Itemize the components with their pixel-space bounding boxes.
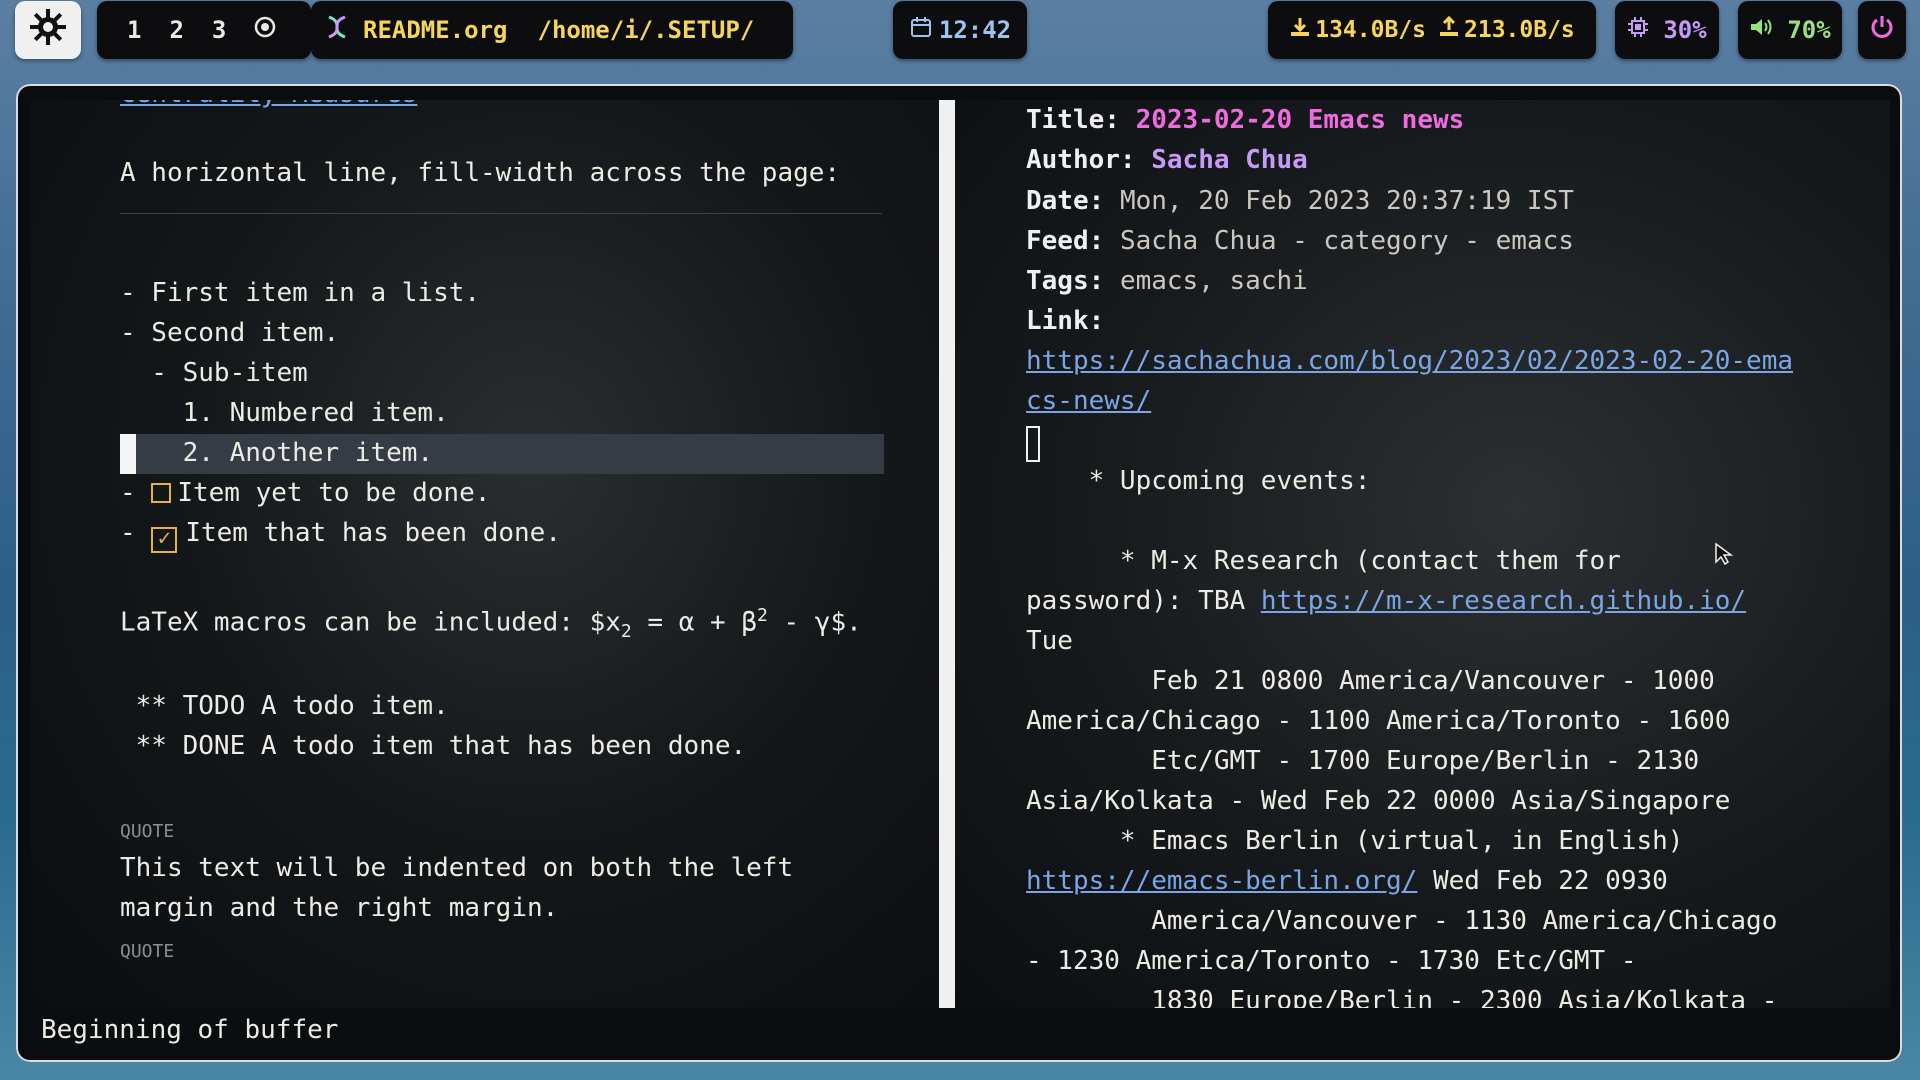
checkbox-empty-icon[interactable] [151,483,172,503]
workspace-2[interactable]: 2 [169,16,183,44]
body-line: Asia/Kolkata - Wed Feb 22 0000 Asia/Sing… [1026,786,1731,816]
file-name: README.org [363,16,508,44]
mx-research-link[interactable]: https://m-x-research.github.io/ [1261,586,1746,616]
body-line: - 1230 America/Toronto - 1730 Etc/GMT - [1026,946,1637,976]
body-line: * Emacs Berlin (virtual, in English) [1026,826,1684,856]
power-icon [1869,14,1895,46]
minibuffer[interactable]: Beginning of buffer [31,1008,1890,1054]
todo-undone-item: - Item yet to be done. [120,478,491,508]
launcher-button[interactable] [15,1,81,59]
body-line: https://emacs-berlin.org/ Wed Feb 22 093… [1026,866,1668,896]
body-line: password): TBA https://m-x-research.gith… [1026,586,1747,616]
left-buffer[interactable]: Centrality Measures A horizontal line, f… [31,100,939,1008]
clock-text: 12:42 [938,16,1012,44]
calendar-icon [909,15,933,45]
title-row: Title: 2023-02-20 Emacs news [1026,105,1465,135]
body-line: 1830 Europe/Berlin - 2300 Asia/Kolkata - [1026,986,1778,1008]
right-buffer[interactable]: Title: 2023-02-20 Emacs news Author: Sac… [955,100,1890,1008]
quote-text: margin and the right margin. [120,893,559,923]
upload-icon [1438,15,1460,44]
heading-todo: ** TODO A todo item. [120,691,449,721]
body-line: Feb 21 0800 America/Vancouver - 1000 [1026,666,1715,696]
body-line: America/Chicago - 1100 America/Toronto -… [1026,706,1731,736]
quote-begin-label: QUOTE [120,821,175,842]
net-down-text: 134.0B/s [1315,17,1426,43]
clock-pill[interactable]: 12:42 [893,1,1027,59]
workspace-3[interactable]: 3 [212,16,226,44]
list-item: 2. Another item. [120,438,434,468]
hr-description: A horizontal line, fill-width across the… [120,158,841,188]
power-button[interactable] [1858,1,1906,59]
list-item: - First item in a list. [120,278,481,308]
dna-icon [323,13,351,47]
volume-pill[interactable]: 70% [1738,1,1842,59]
file-path: /home/i/.SETUP/ [537,16,755,44]
list-item: 1. Numbered item. [120,398,449,428]
quote-text: This text will be indented on both the l… [120,853,794,883]
list-item: - Second item. [120,318,340,348]
speaker-icon [1749,16,1773,44]
body-line: Tue [1026,626,1073,656]
article-link-cont[interactable]: cs-news/ [1026,381,1151,421]
workspace-1[interactable]: 1 [127,16,141,44]
latex-line: LaTeX macros can be included: $x2 = α + … [120,605,862,642]
cpu-pill[interactable]: 30% [1615,1,1719,59]
link-label: Link: [1026,306,1105,336]
volume-text: 70% [1787,16,1831,44]
gear-icon [28,7,68,53]
horizontal-rule [120,213,882,214]
record-circle-icon[interactable] [254,16,276,44]
heading-done: ** DONE A todo item that has been done. [120,731,747,761]
tags-row: Tags: emacs, sachi [1026,266,1308,296]
minibuffer-message: Beginning of buffer [41,1015,339,1045]
list-item: - Sub-item [120,358,308,388]
download-icon [1289,16,1311,44]
todo-done-item: - ✓ Item that has been done. [120,518,561,553]
network-pill[interactable]: 134.0B/s 213.0B/s [1268,1,1596,59]
workspace-switcher: 1 2 3 [97,1,311,59]
window-divider[interactable] [939,100,955,1008]
text-cursor [1026,426,1040,462]
mouse-pointer-icon [1714,542,1734,573]
emacs-berlin-link[interactable]: https://emacs-berlin.org/ [1026,866,1417,896]
cpu-icon [1627,16,1649,44]
window-title-pill: README.org /home/i/.SETUP/ [311,1,793,59]
partial-link-top[interactable]: Centrality Measures [120,100,417,114]
body-line: America/Vancouver - 1130 America/Chicago [1026,906,1778,936]
date-row: Date: Mon, 20 Feb 2023 20:37:19 IST [1026,186,1574,216]
checkbox-checked-icon[interactable]: ✓ [151,527,178,553]
cpu-text: 30% [1663,16,1707,44]
quote-end-label: QUOTE [120,941,175,962]
body-line: * M-x Research (contact them for [1026,546,1621,576]
body-line: * Upcoming events: [1026,466,1371,496]
net-up-text: 213.0B/s [1464,17,1575,43]
article-link[interactable]: https://sachachua.com/blog/2023/02/2023-… [1026,341,1793,381]
body-line: Etc/GMT - 1700 Europe/Berlin - 2130 [1026,746,1700,776]
author-row: Author: Sacha Chua [1026,145,1308,175]
feed-row: Feed: Sacha Chua - category - emacs [1026,226,1574,256]
